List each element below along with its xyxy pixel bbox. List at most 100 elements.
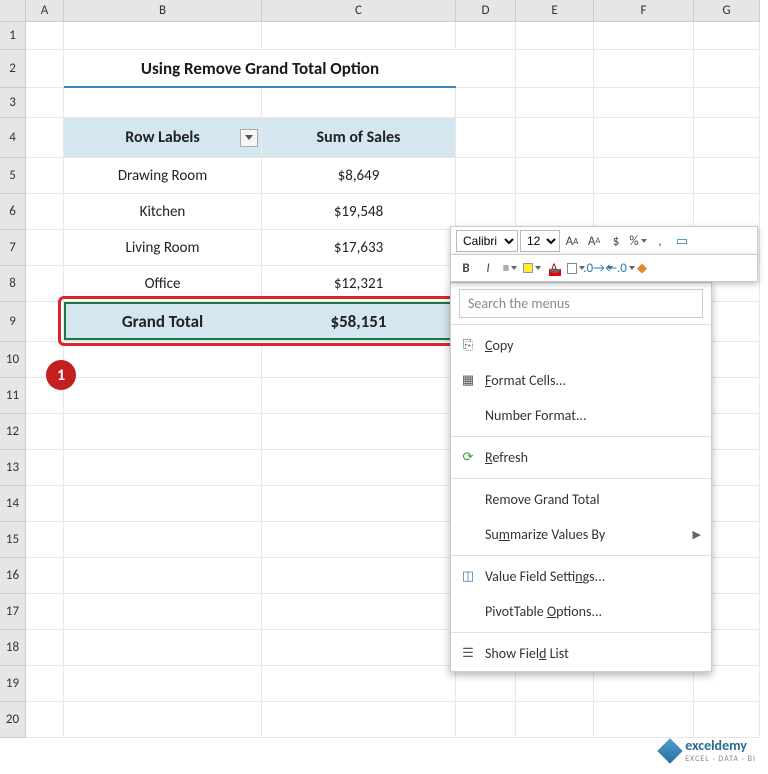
decrease-decimal-icon[interactable]: ←.0: [610, 258, 630, 278]
cell-C16[interactable]: [262, 558, 456, 594]
cell-B1[interactable]: [64, 22, 262, 50]
cell-A13[interactable]: [26, 450, 64, 486]
cell-F1[interactable]: [594, 22, 694, 50]
row-header-7[interactable]: 7: [0, 230, 26, 266]
menu-pivottable-options[interactable]: PivotTable Options...: [451, 594, 711, 629]
row-header-15[interactable]: 15: [0, 522, 26, 558]
cell-D2[interactable]: [456, 50, 516, 88]
row-header-1[interactable]: 1: [0, 22, 26, 50]
cell-A3[interactable]: [26, 88, 64, 118]
menu-format-cells[interactable]: ▦ Format Cells...: [451, 363, 711, 398]
cell-A2[interactable]: [26, 50, 64, 88]
cell-G4[interactable]: [694, 118, 760, 158]
cell-A9[interactable]: [26, 302, 64, 342]
cell-C12[interactable]: [262, 414, 456, 450]
cell-D1[interactable]: [456, 22, 516, 50]
cell-E1[interactable]: [516, 22, 594, 50]
cell-A4[interactable]: [26, 118, 64, 158]
decrease-font-icon[interactable]: AA: [584, 231, 604, 251]
row-header-20[interactable]: 20: [0, 702, 26, 738]
cell-B5[interactable]: Drawing Room: [64, 158, 262, 194]
cell-D4[interactable]: [456, 118, 516, 158]
cell-E20[interactable]: [516, 702, 594, 738]
cell-C9[interactable]: $58,151: [262, 302, 456, 342]
cell-B3[interactable]: [64, 88, 262, 118]
cell-F2[interactable]: [594, 50, 694, 88]
menu-show-field-list[interactable]: ☰ Show Field List: [451, 636, 711, 671]
currency-icon[interactable]: $: [606, 231, 626, 251]
col-header-F[interactable]: F: [594, 0, 694, 22]
cell-A12[interactable]: [26, 414, 64, 450]
cell-E4[interactable]: [516, 118, 594, 158]
percent-icon[interactable]: %: [628, 231, 648, 251]
clear-format-icon[interactable]: ◆: [632, 258, 652, 278]
cell-B17[interactable]: [64, 594, 262, 630]
cell-A7[interactable]: [26, 230, 64, 266]
increase-font-icon[interactable]: AA: [562, 231, 582, 251]
cell-B6[interactable]: Kitchen: [64, 194, 262, 230]
cell-C4[interactable]: Sum of Sales: [262, 118, 456, 158]
cell-C15[interactable]: [262, 522, 456, 558]
cell-B9[interactable]: Grand Total: [64, 302, 262, 342]
font-family-select[interactable]: Calibri: [456, 230, 518, 252]
row-header-4[interactable]: 4: [0, 118, 26, 158]
row-header-12[interactable]: 12: [0, 414, 26, 450]
cell-C8[interactable]: $12,321: [262, 266, 456, 302]
font-size-select[interactable]: 12: [520, 230, 560, 252]
row-header-8[interactable]: 8: [0, 266, 26, 302]
menu-copy[interactable]: ⎘ Copy: [451, 328, 711, 363]
cell-E2[interactable]: [516, 50, 594, 88]
cell-E3[interactable]: [516, 88, 594, 118]
cell-A15[interactable]: [26, 522, 64, 558]
cell-A17[interactable]: [26, 594, 64, 630]
cell-B7[interactable]: Living Room: [64, 230, 262, 266]
align-icon[interactable]: ≡: [500, 258, 520, 278]
menu-number-format[interactable]: Number Format...: [451, 398, 711, 433]
menu-search-input[interactable]: Search the menus: [459, 289, 703, 318]
cell-E6[interactable]: [516, 194, 594, 230]
cell-B20[interactable]: [64, 702, 262, 738]
cell-B2[interactable]: Using Remove Grand Total Option: [64, 50, 456, 88]
cell-C10[interactable]: [262, 342, 456, 378]
fill-color-icon[interactable]: [522, 258, 542, 278]
row-header-3[interactable]: 3: [0, 88, 26, 118]
cell-C11[interactable]: [262, 378, 456, 414]
row-header-5[interactable]: 5: [0, 158, 26, 194]
cell-B12[interactable]: [64, 414, 262, 450]
cell-A5[interactable]: [26, 158, 64, 194]
col-header-G[interactable]: G: [694, 0, 760, 22]
bold-icon[interactable]: B: [456, 258, 476, 278]
italic-icon[interactable]: I: [478, 258, 498, 278]
cell-B11[interactable]: [64, 378, 262, 414]
menu-summarize-values-by[interactable]: Summarize Values By ▶: [451, 517, 711, 552]
cell-B19[interactable]: [64, 666, 262, 702]
cell-F6[interactable]: [594, 194, 694, 230]
cell-B8[interactable]: Office: [64, 266, 262, 302]
row-header-10[interactable]: 10: [0, 342, 26, 378]
cell-A18[interactable]: [26, 630, 64, 666]
cell-G20[interactable]: [694, 702, 760, 738]
menu-refresh[interactable]: ⟳ Refresh: [451, 440, 711, 475]
cell-A20[interactable]: [26, 702, 64, 738]
cell-F3[interactable]: [594, 88, 694, 118]
cell-G1[interactable]: [694, 22, 760, 50]
col-header-E[interactable]: E: [516, 0, 594, 22]
cell-G2[interactable]: [694, 50, 760, 88]
cell-C6[interactable]: $19,548: [262, 194, 456, 230]
menu-remove-grand-total[interactable]: Remove Grand Total: [451, 482, 711, 517]
cell-A1[interactable]: [26, 22, 64, 50]
cell-C19[interactable]: [262, 666, 456, 702]
col-header-A[interactable]: A: [26, 0, 64, 22]
cell-B13[interactable]: [64, 450, 262, 486]
cell-A16[interactable]: [26, 558, 64, 594]
cell-C18[interactable]: [262, 630, 456, 666]
row-header-11[interactable]: 11: [0, 378, 26, 414]
cell-D6[interactable]: [456, 194, 516, 230]
cell-C1[interactable]: [262, 22, 456, 50]
col-header-B[interactable]: B: [64, 0, 262, 22]
cell-C13[interactable]: [262, 450, 456, 486]
cell-B4[interactable]: Row Labels: [64, 118, 262, 158]
font-color-icon[interactable]: A: [544, 258, 564, 278]
cell-A19[interactable]: [26, 666, 64, 702]
format-painter-icon[interactable]: ▭: [672, 231, 692, 251]
